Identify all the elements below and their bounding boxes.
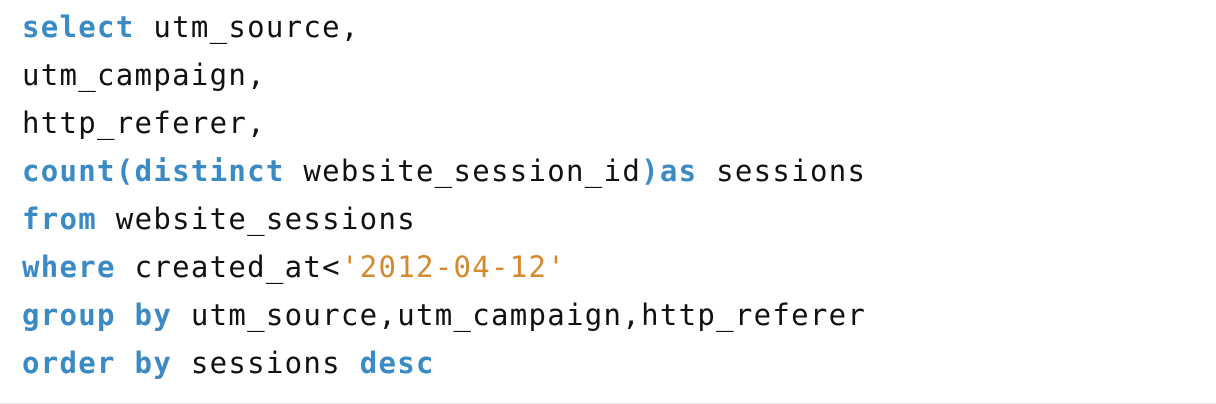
code-line-select: select utm_source, [22, 10, 360, 44]
keyword-as: as [659, 154, 698, 188]
code-text: utm_source, [134, 10, 360, 44]
keyword-select: select [22, 10, 135, 44]
code-text: sessions [172, 346, 360, 380]
code-text: http_referer, [22, 106, 266, 140]
keyword-count: count [22, 154, 116, 188]
keyword-group-by: group by [22, 298, 173, 332]
code-line-http-referer: http_referer, [22, 106, 266, 140]
keyword-desc: desc [359, 346, 435, 380]
sql-code-block: select utm_source, utm_campaign, http_re… [0, 0, 1216, 404]
code-line-where: where created_at<'2012-04-12' [22, 250, 566, 284]
code-line-order-by: order by sessions desc [22, 346, 435, 380]
keyword-order-by: order by [22, 346, 173, 380]
code-text: utm_source,utm_campaign,http_referer [172, 298, 867, 332]
code-line-group-by: group by utm_source,utm_campaign,http_re… [22, 298, 866, 332]
open-paren: ( [115, 154, 135, 188]
code-line-count: count(distinct website_session_id)as ses… [22, 154, 866, 188]
code-line-from: from website_sessions [22, 202, 416, 236]
keyword-where: where [22, 250, 116, 284]
code-text: website_sessions [97, 202, 416, 236]
code-line-utm-campaign: utm_campaign, [22, 58, 266, 92]
string-literal: '2012-04-12' [340, 250, 567, 284]
code-text: sessions [697, 154, 867, 188]
keyword-from: from [22, 202, 98, 236]
code-text: utm_campaign, [22, 58, 266, 92]
code-text: created_at< [115, 250, 341, 284]
keyword-distinct: distinct [134, 154, 285, 188]
close-paren: ) [641, 154, 660, 188]
code-text: website_session_id [284, 154, 642, 188]
